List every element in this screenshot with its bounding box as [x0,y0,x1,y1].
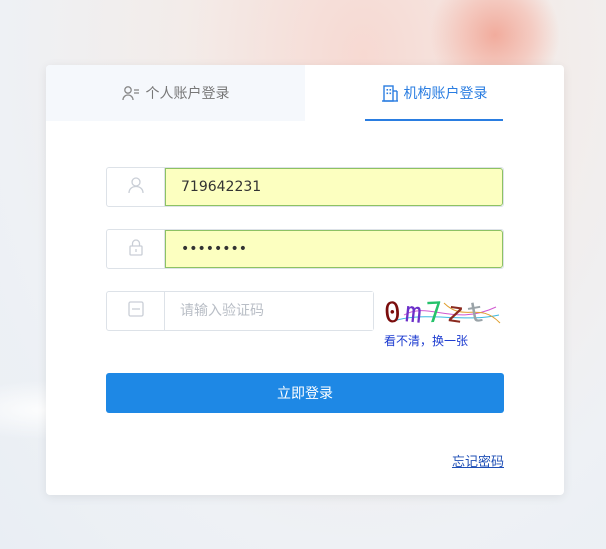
password-input[interactable] [165,230,503,268]
captcha-char: 7 [424,295,444,330]
login-card: 个人账户登录 机构账户登录 719642231 •••••••• 请输入验证码 … [46,65,564,495]
captcha-field [106,291,374,331]
captcha-icon [127,301,144,321]
captcha-input[interactable] [165,292,373,330]
active-tab-underline [365,119,503,121]
lock-icon [128,238,144,260]
password-prefix [107,230,165,268]
user-card-icon [121,85,140,101]
captcha-refresh-link[interactable]: 看不清，换一张 [384,332,468,349]
user-icon [127,176,144,198]
captcha-image[interactable]: 0m7zt [382,293,502,333]
forgot-password-link[interactable]: 忘记密码 [452,451,504,470]
login-tabs: 个人账户登录 机构账户登录 [46,65,564,121]
username-field [106,167,504,207]
captcha-char: 0 [382,295,402,330]
building-icon [381,84,398,102]
tab-personal-label: 个人账户登录 [145,86,230,102]
tab-org-label: 机构账户登录 [403,86,488,102]
username-prefix [107,168,165,206]
captcha-prefix [107,292,165,330]
username-input[interactable] [165,168,503,206]
login-button[interactable]: 立即登录 [106,373,504,413]
tab-org-account[interactable]: 机构账户登录 [305,65,564,121]
tab-personal-account[interactable]: 个人账户登录 [46,65,305,121]
password-field [106,229,504,269]
